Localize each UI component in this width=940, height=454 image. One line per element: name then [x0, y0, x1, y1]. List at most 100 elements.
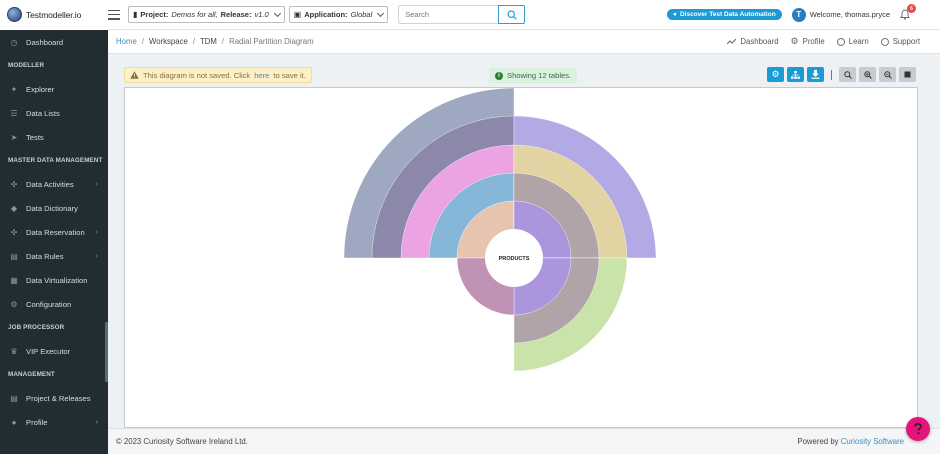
activities-icon: ✣	[10, 179, 18, 189]
settings-button[interactable]: ⚙	[767, 67, 784, 82]
search-icon	[507, 9, 517, 20]
sidebar-item-tests[interactable]: ➤ Tests	[0, 125, 108, 149]
top-navbar: Testmodeller.io ▮ Project: Demos for all…	[0, 0, 940, 30]
warning-text-suffix: to save it.	[273, 70, 306, 80]
sidebar-item-data-lists[interactable]: ☰ Data Lists	[0, 101, 108, 125]
sidebar-section-heading: MANAGEMENT	[8, 371, 55, 378]
stop-icon	[904, 71, 911, 78]
radial-partition-diagram[interactable]: PRODUCTS	[125, 88, 918, 428]
sidebar-section-heading: JOB PROCESSOR	[8, 324, 65, 331]
sidebar-item-profile[interactable]: ● Profile ›	[0, 410, 108, 434]
sidebar-item-data-dictionary[interactable]: ◆ Data Dictionary	[0, 196, 108, 220]
zoom-in-icon	[863, 70, 872, 79]
discover-label: Discover Test Data Automation	[679, 11, 776, 18]
project-icon: ▮	[133, 10, 138, 19]
breadcrumb-home[interactable]: Home	[116, 37, 137, 46]
virtualization-icon: ▦	[10, 275, 18, 285]
sidebar-item-data-reservation[interactable]: ✣ Data Reservation ›	[0, 220, 108, 244]
sidebar: ◷ Dashboard MODELLER ✦ Explorer ☰ Data Lists ➤ T…	[0, 30, 108, 454]
chevron-right-icon: ›	[95, 418, 98, 426]
brand-name: Testmodeller.io	[26, 9, 82, 20]
help-chat-button[interactable]	[906, 417, 930, 441]
user-icon: ●	[11, 417, 17, 427]
sidebar-item-data-activities[interactable]: ✣ Data Activities ›	[0, 172, 108, 196]
gear-icon: ⚙	[771, 69, 780, 79]
project-icon: ▤	[10, 393, 18, 403]
project-value: Demos for all,	[171, 10, 218, 19]
reservation-icon: ✣	[10, 227, 18, 237]
header-learn-link[interactable]: Learn	[836, 36, 869, 47]
chevron-right-icon: ›	[95, 180, 98, 188]
search-diagram-button[interactable]	[839, 67, 856, 82]
company-link[interactable]: Curiosity Software	[841, 437, 904, 446]
user-menu[interactable]: T Welcome, thomas.pryce	[791, 7, 890, 22]
sidebar-item-label: Tests	[26, 132, 44, 142]
sidebar-section-heading: MASTER DATA MANAGEMENT	[8, 157, 103, 164]
unsaved-warning: This diagram is not saved. Click here to…	[124, 67, 312, 83]
chevron-down-icon	[377, 9, 385, 17]
tables-count-badge: i Showing 12 tables.	[489, 68, 578, 83]
header-profile-link[interactable]: ⚙ Profile	[791, 36, 825, 47]
breadcrumb-separator: /	[192, 37, 196, 46]
chevron-down-icon	[273, 9, 281, 17]
application-selector[interactable]: ▣ Application: Global	[288, 6, 389, 23]
save-link[interactable]: here	[254, 71, 269, 80]
zoom-out-button[interactable]	[879, 67, 896, 82]
download-icon	[811, 70, 820, 79]
avatar: T	[791, 7, 806, 22]
stop-button[interactable]	[899, 67, 916, 82]
chevron-right-icon: ›	[95, 228, 98, 236]
hierarchy-button[interactable]	[787, 67, 804, 82]
chart-line-icon	[727, 38, 737, 45]
application-icon: ▣	[293, 10, 302, 19]
warning-icon	[130, 71, 139, 79]
sidebar-item-configuration[interactable]: ⚙ Configuration	[0, 292, 108, 316]
tables-count-text: Showing 12 tables.	[507, 71, 572, 80]
explorer-icon: ✦	[10, 84, 18, 94]
sidebar-item-label: Data Dictionary	[26, 203, 78, 213]
breadcrumb-tdm[interactable]: TDM	[200, 37, 217, 46]
dashboard-link-label: Dashboard	[740, 37, 779, 46]
sidebar-item-label: Configuration	[26, 299, 72, 309]
discover-tda-button[interactable]: ● Discover Test Data Automation	[667, 9, 782, 20]
project-selector[interactable]: ▮ Project: Demos for all, Release: v1.0	[128, 6, 285, 23]
sidebar-item-label: Data Activities	[26, 179, 74, 189]
sidebar-item-dashboard[interactable]: ◷ Dashboard	[0, 30, 108, 54]
project-label: Project:	[140, 10, 169, 19]
sidebar-item-label: Data Reservation	[26, 227, 85, 237]
brand[interactable]: Testmodeller.io	[0, 0, 108, 30]
menu-toggle-icon[interactable]	[108, 9, 120, 20]
search-button[interactable]	[498, 5, 526, 24]
breadcrumb-workspace[interactable]: Workspace	[149, 37, 188, 46]
diagram-canvas[interactable]: PRODUCTS	[124, 87, 918, 428]
search-input[interactable]	[398, 5, 499, 24]
sidebar-item-label: Data Rules	[26, 251, 64, 261]
release-value: v1.0	[254, 10, 269, 19]
sidebar-item-vip-executor[interactable]: ♛ VIP Executor	[0, 339, 108, 363]
breadcrumb-current: Radial Partition Diagram	[229, 37, 314, 46]
sidebar-item-label: Profile	[26, 417, 48, 427]
list-icon: ☰	[10, 108, 18, 118]
application-label: Application:	[304, 10, 348, 19]
sidebar-item-data-virtualization[interactable]: ▦ Data Virtualization	[0, 268, 108, 292]
application-value: Global	[350, 10, 373, 19]
breadcrumb: Home / Workspace / TDM / Radial Partitio…	[108, 30, 940, 54]
sidebar-item-project-releases[interactable]: ▤ Project & Releases	[0, 386, 108, 410]
toolbar-divider	[831, 69, 832, 80]
diagram-toolbar: ⚙	[767, 67, 916, 82]
footer: © 2023 Curiosity Software Ireland Ltd. P…	[108, 428, 940, 454]
info-icon: i	[495, 71, 503, 80]
brand-logo	[7, 7, 22, 22]
notifications-button[interactable]: 6	[900, 4, 916, 20]
sidebar-item-data-rules[interactable]: ▤ Data Rules ›	[0, 244, 108, 268]
breadcrumb-separator: /	[221, 37, 225, 46]
header-support-link[interactable]: Support	[880, 36, 920, 47]
download-button[interactable]	[807, 67, 824, 82]
zoom-out-icon	[883, 70, 892, 79]
sidebar-item-explorer[interactable]: ✦ Explorer	[0, 77, 108, 101]
footer-copyright: © 2023 Curiosity Software Ireland Ltd.	[116, 437, 248, 446]
help-icon	[914, 423, 922, 435]
header-dashboard-link[interactable]: Dashboard	[727, 36, 779, 47]
zoom-in-button[interactable]	[859, 67, 876, 82]
breadcrumb-separator: /	[141, 37, 144, 46]
